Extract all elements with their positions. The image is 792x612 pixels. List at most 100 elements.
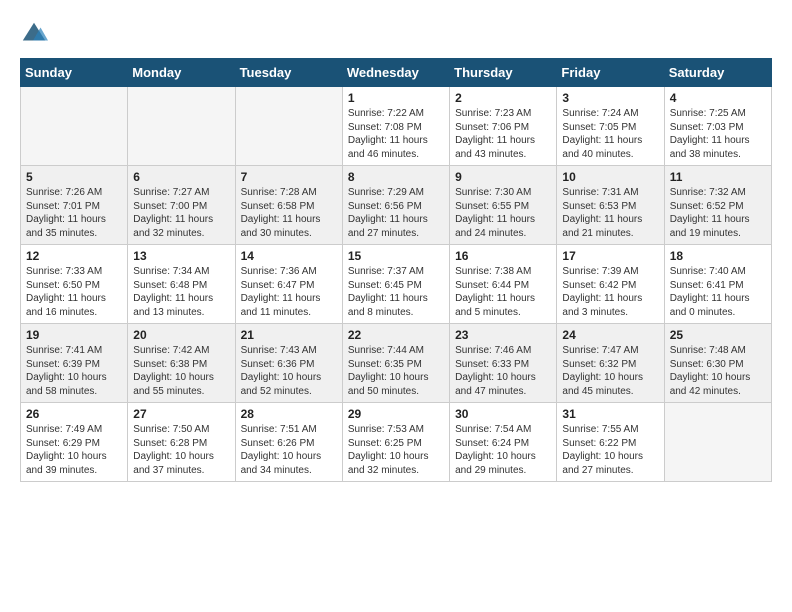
day-info: Sunrise: 7:47 AMSunset: 6:32 PMDaylight:… [562, 344, 658, 398]
calendar-cell [128, 87, 235, 166]
calendar-cell: 4 Sunrise: 7:25 AMSunset: 7:03 PMDaylight… [664, 87, 771, 166]
header-monday: Monday [128, 59, 235, 87]
header-thursday: Thursday [450, 59, 557, 87]
day-info: Sunrise: 7:44 AMSunset: 6:35 PMDaylight:… [348, 344, 444, 398]
day-number: 31 [562, 407, 658, 421]
calendar-cell: 31 Sunrise: 7:55 AMSunset: 6:22 PMDayligh… [557, 403, 664, 482]
day-number: 5 [26, 170, 122, 184]
day-info: Sunrise: 7:46 AMSunset: 6:33 PMDaylight:… [455, 344, 551, 398]
day-number: 9 [455, 170, 551, 184]
day-number: 17 [562, 249, 658, 263]
day-info: Sunrise: 7:29 AMSunset: 6:56 PMDaylight:… [348, 186, 444, 240]
day-info: Sunrise: 7:31 AMSunset: 6:53 PMDaylight:… [562, 186, 658, 240]
day-number: 19 [26, 328, 122, 342]
header-saturday: Saturday [664, 59, 771, 87]
day-info: Sunrise: 7:39 AMSunset: 6:42 PMDaylight:… [562, 265, 658, 319]
page-header [20, 20, 772, 48]
calendar-header-row: SundayMondayTuesdayWednesdayThursdayFrid… [21, 59, 772, 87]
calendar-cell: 17 Sunrise: 7:39 AMSunset: 6:42 PMDayligh… [557, 245, 664, 324]
day-number: 25 [670, 328, 766, 342]
day-info: Sunrise: 7:41 AMSunset: 6:39 PMDaylight:… [26, 344, 122, 398]
day-info: Sunrise: 7:26 AMSunset: 7:01 PMDaylight:… [26, 186, 122, 240]
calendar-cell: 2Sunrise: 7:23 AMSunset: 7:06 PMDaylight… [450, 87, 557, 166]
day-info: Sunrise: 7:48 AMSunset: 6:30 PMDaylight:… [670, 344, 766, 398]
calendar-cell: 23 Sunrise: 7:46 AMSunset: 6:33 PMDayligh… [450, 324, 557, 403]
calendar-week-2: 5 Sunrise: 7:26 AMSunset: 7:01 PMDaylight… [21, 166, 772, 245]
header-friday: Friday [557, 59, 664, 87]
calendar-cell: 18 Sunrise: 7:40 AMSunset: 6:41 PMDayligh… [664, 245, 771, 324]
day-number: 4 [670, 91, 766, 105]
calendar-cell: 1 Sunrise: 7:22 AMSunset: 7:08 PMDaylight… [342, 87, 449, 166]
day-info: Sunrise: 7:40 AMSunset: 6:41 PMDaylight:… [670, 265, 766, 319]
day-number: 6 [133, 170, 229, 184]
day-info: Sunrise: 7:51 AMSunset: 6:26 PMDaylight:… [241, 423, 337, 477]
day-info: Sunrise: 7:27 AMSunset: 7:00 PMDaylight:… [133, 186, 229, 240]
day-info: Sunrise: 7:33 AMSunset: 6:50 PMDaylight:… [26, 265, 122, 319]
day-info: Sunrise: 7:53 AMSunset: 6:25 PMDaylight:… [348, 423, 444, 477]
day-number: 22 [348, 328, 444, 342]
calendar-week-4: 19 Sunrise: 7:41 AMSunset: 6:39 PMDayligh… [21, 324, 772, 403]
day-info: Sunrise: 7:38 AMSunset: 6:44 PMDaylight:… [455, 265, 551, 319]
calendar-cell: 10 Sunrise: 7:31 AMSunset: 6:53 PMDayligh… [557, 166, 664, 245]
logo [20, 20, 52, 48]
calendar-cell: 15 Sunrise: 7:37 AMSunset: 6:45 PMDayligh… [342, 245, 449, 324]
day-number: 14 [241, 249, 337, 263]
calendar-cell: 20 Sunrise: 7:42 AMSunset: 6:38 PMDayligh… [128, 324, 235, 403]
day-info: Sunrise: 7:37 AMSunset: 6:45 PMDaylight:… [348, 265, 444, 319]
calendar-cell: 27 Sunrise: 7:50 AMSunset: 6:28 PMDayligh… [128, 403, 235, 482]
day-number: 16 [455, 249, 551, 263]
calendar-cell: 14 Sunrise: 7:36 AMSunset: 6:47 PMDayligh… [235, 245, 342, 324]
calendar-cell: 29 Sunrise: 7:53 AMSunset: 6:25 PMDayligh… [342, 403, 449, 482]
day-info: Sunrise: 7:49 AMSunset: 6:29 PMDaylight:… [26, 423, 122, 477]
day-info: Sunrise: 7:42 AMSunset: 6:38 PMDaylight:… [133, 344, 229, 398]
day-number: 27 [133, 407, 229, 421]
day-info: Sunrise: 7:24 AMSunset: 7:05 PMDaylight:… [562, 107, 658, 161]
calendar-cell: 6 Sunrise: 7:27 AMSunset: 7:00 PMDaylight… [128, 166, 235, 245]
calendar-cell: 21Sunrise: 7:43 AMSunset: 6:36 PMDayligh… [235, 324, 342, 403]
day-number: 24 [562, 328, 658, 342]
day-info: Sunrise: 7:50 AMSunset: 6:28 PMDaylight:… [133, 423, 229, 477]
calendar-cell: 28 Sunrise: 7:51 AMSunset: 6:26 PMDayligh… [235, 403, 342, 482]
calendar-cell: 7 Sunrise: 7:28 AMSunset: 6:58 PMDaylight… [235, 166, 342, 245]
calendar-cell: 8 Sunrise: 7:29 AMSunset: 6:56 PMDaylight… [342, 166, 449, 245]
day-number: 3 [562, 91, 658, 105]
calendar-cell: 30 Sunrise: 7:54 AMSunset: 6:24 PMDayligh… [450, 403, 557, 482]
calendar-week-3: 12 Sunrise: 7:33 AMSunset: 6:50 PMDayligh… [21, 245, 772, 324]
calendar-cell: 26 Sunrise: 7:49 AMSunset: 6:29 PMDayligh… [21, 403, 128, 482]
day-number: 10 [562, 170, 658, 184]
day-info: Sunrise: 7:34 AMSunset: 6:48 PMDaylight:… [133, 265, 229, 319]
day-number: 23 [455, 328, 551, 342]
day-number: 7 [241, 170, 337, 184]
day-number: 20 [133, 328, 229, 342]
day-number: 13 [133, 249, 229, 263]
calendar-cell: 24 Sunrise: 7:47 AMSunset: 6:32 PMDayligh… [557, 324, 664, 403]
day-number: 28 [241, 407, 337, 421]
calendar-cell [21, 87, 128, 166]
day-number: 11 [670, 170, 766, 184]
day-number: 1 [348, 91, 444, 105]
day-number: 29 [348, 407, 444, 421]
day-info: Sunrise: 7:32 AMSunset: 6:52 PMDaylight:… [670, 186, 766, 240]
day-info: Sunrise: 7:30 AMSunset: 6:55 PMDaylight:… [455, 186, 551, 240]
day-number: 15 [348, 249, 444, 263]
day-number: 30 [455, 407, 551, 421]
day-info: Sunrise: 7:25 AMSunset: 7:03 PMDaylight:… [670, 107, 766, 161]
header-wednesday: Wednesday [342, 59, 449, 87]
calendar-cell: 12 Sunrise: 7:33 AMSunset: 6:50 PMDayligh… [21, 245, 128, 324]
calendar-cell: 13 Sunrise: 7:34 AMSunset: 6:48 PMDayligh… [128, 245, 235, 324]
header-sunday: Sunday [21, 59, 128, 87]
day-number: 12 [26, 249, 122, 263]
day-info: Sunrise: 7:28 AMSunset: 6:58 PMDaylight:… [241, 186, 337, 240]
day-number: 18 [670, 249, 766, 263]
day-info: Sunrise: 7:22 AMSunset: 7:08 PMDaylight:… [348, 107, 444, 161]
day-number: 8 [348, 170, 444, 184]
day-info: Sunrise: 7:55 AMSunset: 6:22 PMDaylight:… [562, 423, 658, 477]
day-number: 26 [26, 407, 122, 421]
day-info: Sunrise: 7:54 AMSunset: 6:24 PMDaylight:… [455, 423, 551, 477]
day-number: 2 [455, 91, 551, 105]
calendar-table: SundayMondayTuesdayWednesdayThursdayFrid… [20, 58, 772, 482]
calendar-cell [664, 403, 771, 482]
calendar-cell: 3 Sunrise: 7:24 AMSunset: 7:05 PMDaylight… [557, 87, 664, 166]
day-info: Sunrise: 7:36 AMSunset: 6:47 PMDaylight:… [241, 265, 337, 319]
calendar-cell: 5 Sunrise: 7:26 AMSunset: 7:01 PMDaylight… [21, 166, 128, 245]
